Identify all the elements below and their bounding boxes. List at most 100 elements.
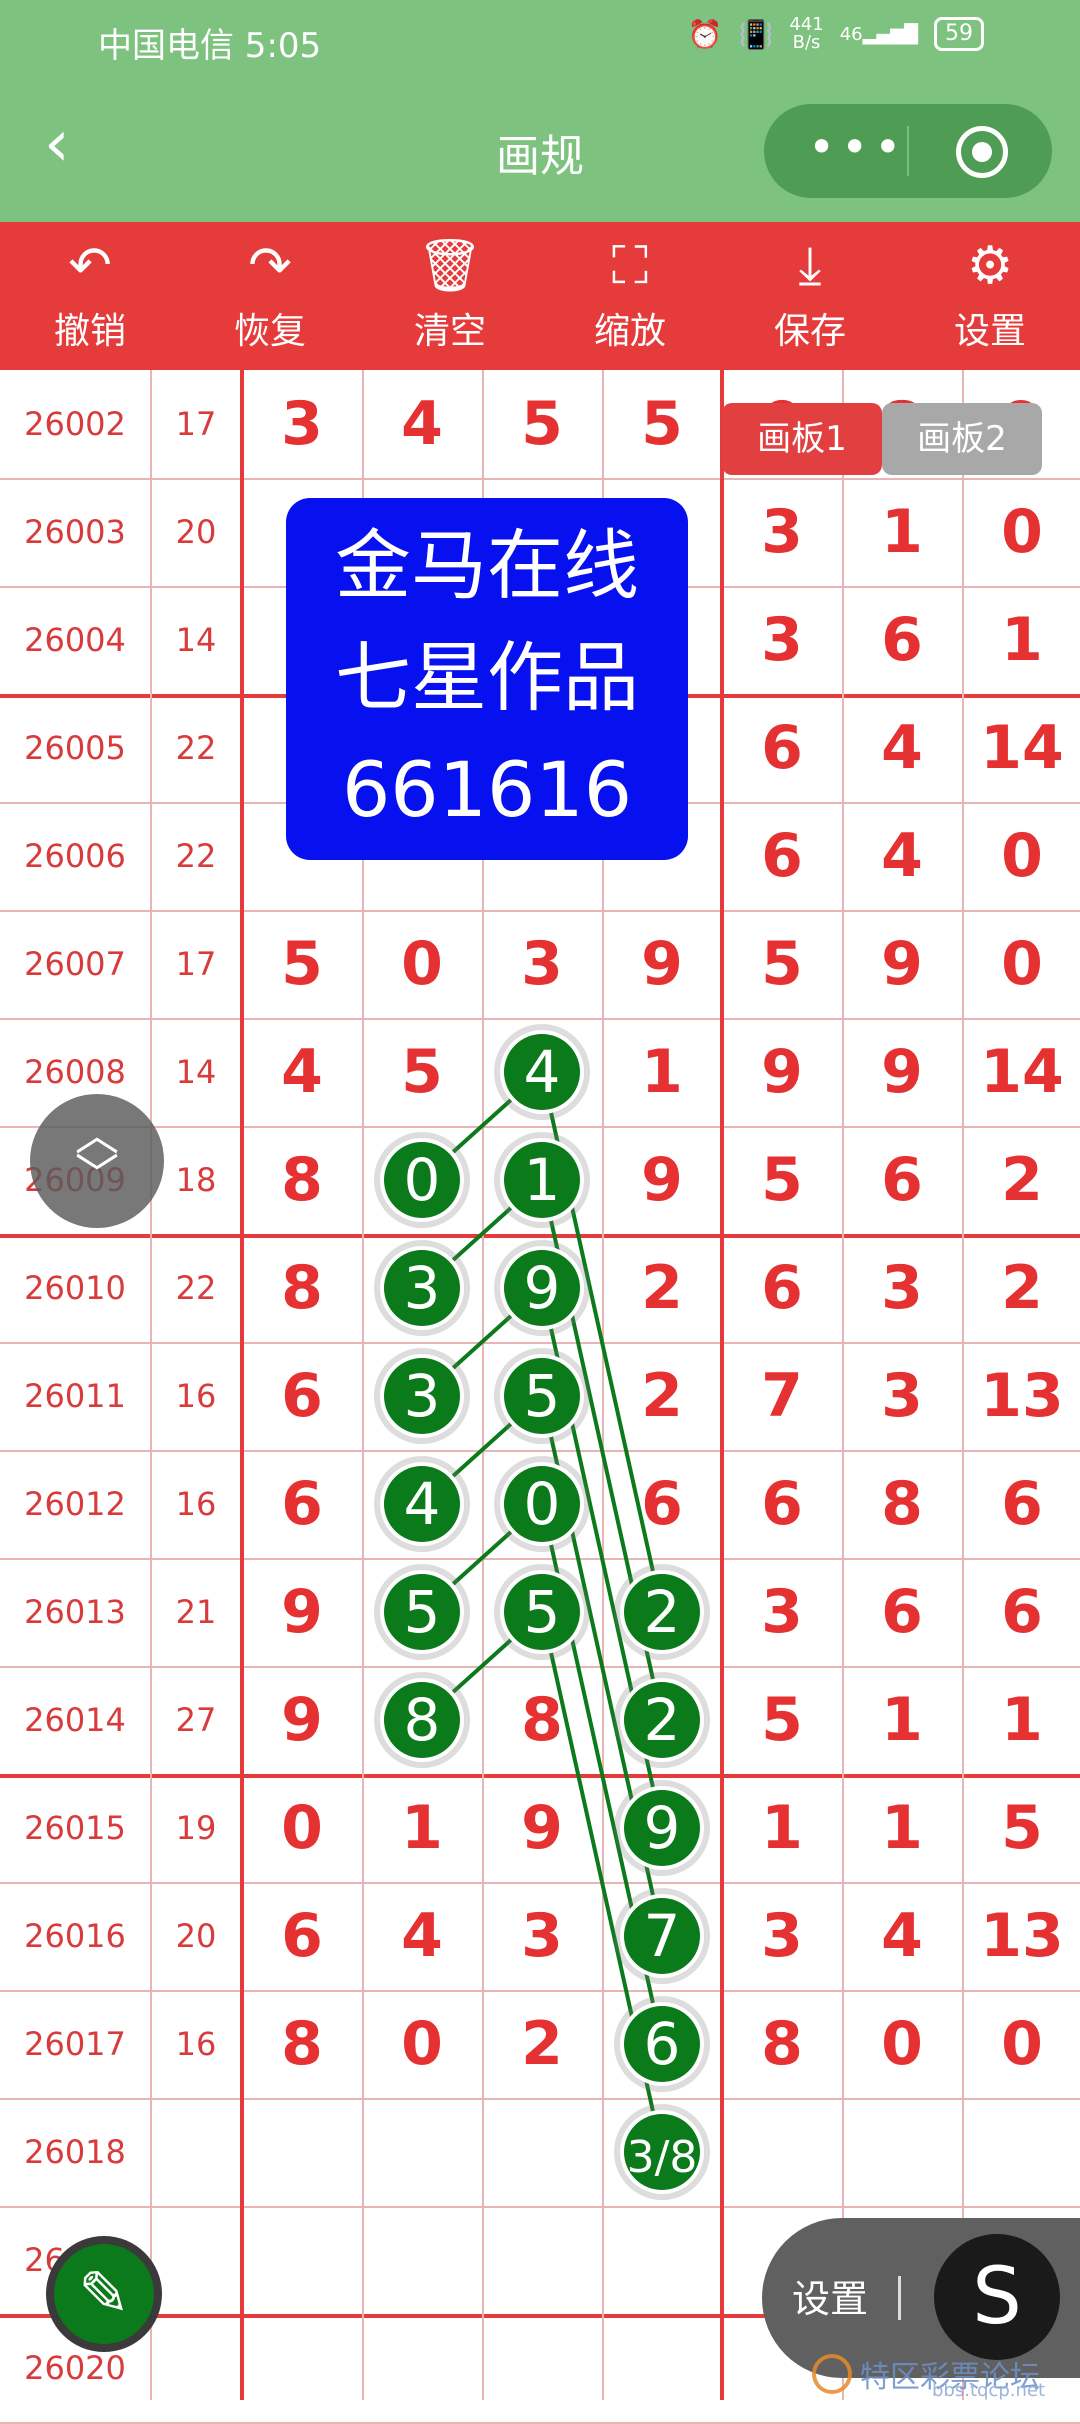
- undo-button[interactable]: ↶ 撤销: [0, 222, 180, 370]
- digit-cell[interactable]: [362, 2314, 482, 2422]
- digit-cell[interactable]: 13: [962, 1882, 1080, 1990]
- digit-cell[interactable]: 3: [482, 1882, 602, 1990]
- digit-cell[interactable]: 1: [962, 586, 1080, 694]
- digit-cell[interactable]: 5: [722, 1666, 842, 1774]
- digit-cell[interactable]: 5: [242, 910, 362, 1018]
- settings-label[interactable]: 设置: [792, 2268, 868, 2323]
- digit-cell[interactable]: 13: [962, 1342, 1080, 1450]
- digit-cell[interactable]: 9: [722, 1018, 842, 1126]
- digit-cell[interactable]: 5: [722, 1126, 842, 1234]
- digit-cell[interactable]: 8: [722, 1990, 842, 2098]
- digit-cell[interactable]: 9: [602, 910, 722, 1018]
- digit-cell[interactable]: 6: [602, 1990, 722, 2098]
- digit-cell[interactable]: 0: [962, 478, 1080, 586]
- digit-cell[interactable]: [482, 2098, 602, 2206]
- digit-cell[interactable]: 3: [242, 370, 362, 478]
- digit-cell[interactable]: 4: [242, 1018, 362, 1126]
- digit-cell[interactable]: 8: [242, 1126, 362, 1234]
- digit-cell[interactable]: [722, 2098, 842, 2206]
- digit-cell[interactable]: [242, 2098, 362, 2206]
- scroll-handle[interactable]: ︿ ﹀: [30, 1094, 164, 1228]
- digit-cell[interactable]: 9: [242, 1666, 362, 1774]
- digit-cell[interactable]: 7: [722, 1342, 842, 1450]
- digit-cell[interactable]: [962, 2098, 1080, 2206]
- digit-cell[interactable]: 9: [602, 1774, 722, 1882]
- digit-cell[interactable]: 2: [602, 1666, 722, 1774]
- digit-cell[interactable]: 0: [362, 1990, 482, 2098]
- digit-cell[interactable]: 9: [482, 1774, 602, 1882]
- digit-cell[interactable]: [242, 2206, 362, 2314]
- digit-cell[interactable]: 6: [242, 1882, 362, 1990]
- digit-cell[interactable]: 0: [962, 802, 1080, 910]
- digit-cell[interactable]: [362, 2206, 482, 2314]
- digit-cell[interactable]: 5: [722, 910, 842, 1018]
- digit-cell[interactable]: 2: [602, 1342, 722, 1450]
- digit-cell[interactable]: 9: [842, 910, 962, 1018]
- more-icon[interactable]: •••: [808, 120, 907, 174]
- digit-cell[interactable]: 0: [842, 1990, 962, 2098]
- clear-button[interactable]: 🗑 清空: [360, 222, 540, 370]
- digit-cell[interactable]: 5: [362, 1018, 482, 1126]
- digit-cell[interactable]: 0: [362, 910, 482, 1018]
- digit-cell[interactable]: 9: [842, 1018, 962, 1126]
- digit-cell[interactable]: 7: [602, 1882, 722, 1990]
- digit-cell[interactable]: 9: [602, 1126, 722, 1234]
- digit-cell[interactable]: 6: [242, 1450, 362, 1558]
- digit-cell[interactable]: 2: [602, 1234, 722, 1342]
- digit-cell[interactable]: 4: [362, 1450, 482, 1558]
- digit-cell[interactable]: 4: [362, 1882, 482, 1990]
- digit-cell[interactable]: 0: [482, 1450, 602, 1558]
- zoom-button[interactable]: ⛶ 缩放: [540, 222, 720, 370]
- digit-cell[interactable]: 14: [962, 1018, 1080, 1126]
- digit-cell[interactable]: [482, 2206, 602, 2314]
- digit-cell[interactable]: 4: [362, 370, 482, 478]
- digit-cell[interactable]: 1: [602, 1018, 722, 1126]
- digit-cell[interactable]: 6: [962, 1450, 1080, 1558]
- digit-cell[interactable]: 6: [722, 694, 842, 802]
- digit-cell[interactable]: 1: [962, 1666, 1080, 1774]
- digit-cell[interactable]: 8: [842, 1450, 962, 1558]
- digit-cell[interactable]: 4: [482, 1018, 602, 1126]
- digit-cell[interactable]: 1: [482, 1126, 602, 1234]
- digit-cell[interactable]: 3: [722, 1558, 842, 1666]
- digit-cell[interactable]: 5: [962, 1774, 1080, 1882]
- digit-cell[interactable]: [602, 2206, 722, 2314]
- digit-cell[interactable]: 2: [962, 1126, 1080, 1234]
- digit-cell[interactable]: 3: [722, 1882, 842, 1990]
- digit-cell[interactable]: 3: [722, 478, 842, 586]
- s-button[interactable]: S: [934, 2234, 1060, 2360]
- digit-cell[interactable]: 3: [842, 1342, 962, 1450]
- settings-button[interactable]: ⚙ 设置: [900, 222, 1080, 370]
- digit-cell[interactable]: 1: [842, 478, 962, 586]
- digit-cell[interactable]: 1: [362, 1774, 482, 1882]
- board-tab-1[interactable]: 画板1: [722, 403, 882, 475]
- digit-cell[interactable]: 6: [242, 1342, 362, 1450]
- digit-cell[interactable]: 6: [602, 1450, 722, 1558]
- digit-cell[interactable]: 3: [362, 1234, 482, 1342]
- digit-cell[interactable]: 0: [962, 910, 1080, 1018]
- digit-cell[interactable]: 14: [962, 694, 1080, 802]
- digit-cell[interactable]: [482, 2314, 602, 2422]
- pen-button[interactable]: ✎: [46, 2236, 162, 2352]
- digit-cell[interactable]: 3: [362, 1342, 482, 1450]
- digit-cell[interactable]: 5: [482, 370, 602, 478]
- digit-cell[interactable]: [842, 2098, 962, 2206]
- digit-cell[interactable]: 1: [722, 1774, 842, 1882]
- digit-cell[interactable]: 5: [362, 1558, 482, 1666]
- digit-cell[interactable]: [602, 2098, 722, 2206]
- digit-cell[interactable]: 6: [722, 1450, 842, 1558]
- digit-cell[interactable]: 3: [842, 1234, 962, 1342]
- digit-cell[interactable]: 6: [842, 1126, 962, 1234]
- digit-cell[interactable]: 8: [242, 1990, 362, 2098]
- digit-cell[interactable]: [362, 2098, 482, 2206]
- save-button[interactable]: ⤓ 保存: [720, 222, 900, 370]
- digit-cell[interactable]: 2: [962, 1234, 1080, 1342]
- digit-cell[interactable]: 6: [842, 1558, 962, 1666]
- digit-cell[interactable]: 0: [362, 1126, 482, 1234]
- digit-cell[interactable]: 0: [242, 1774, 362, 1882]
- close-target-icon[interactable]: [956, 126, 1008, 178]
- digit-cell[interactable]: 2: [602, 1558, 722, 1666]
- digit-cell[interactable]: 1: [842, 1666, 962, 1774]
- digit-cell[interactable]: 9: [242, 1558, 362, 1666]
- digit-cell[interactable]: 6: [842, 586, 962, 694]
